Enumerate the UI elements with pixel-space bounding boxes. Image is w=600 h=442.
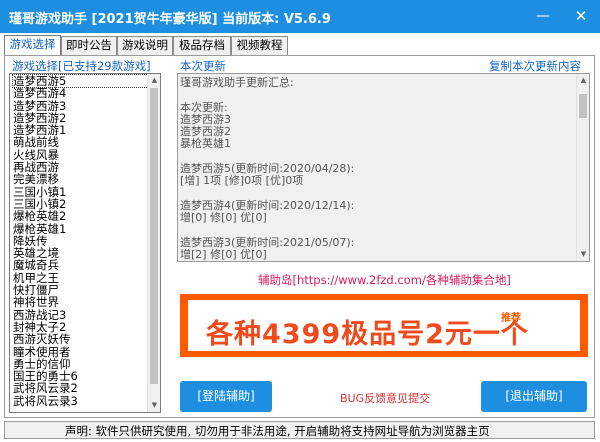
promo-banner-text: 各种4399极品号2元一个 <box>206 319 529 350</box>
exit-button[interactable]: [退出辅助] <box>481 381 587 412</box>
game-list-item[interactable]: 造梦西游2 <box>13 112 148 124</box>
game-list-caption: 游戏选择[已支持29款游戏] <box>12 59 151 73</box>
tab-premium-saves[interactable]: 极品存档 <box>173 36 231 55</box>
game-list-item[interactable]: 三国小镇1 <box>13 186 148 198</box>
game-list-item[interactable]: 神将世界 <box>13 296 148 308</box>
update-line <box>180 225 570 237</box>
scroll-thumb[interactable] <box>579 94 587 118</box>
game-list-item[interactable]: 三国小镇2 <box>13 198 148 210</box>
game-list-item[interactable]: 国王的勇士6 <box>13 370 148 382</box>
scroll-up-icon[interactable]: ▲ <box>577 74 589 87</box>
update-content: 瑾哥游戏助手更新汇总: 本次更新: 造梦西游3 造梦西游2 暴枪英雄1 造梦西游5(更新时… <box>180 76 570 262</box>
title-bar: 瑾哥游戏助手 [2021贺牛年豪华版] 当前版本: V5.6.9 — ✕ <box>0 0 600 33</box>
game-list-item[interactable]: 魔城奇兵 <box>13 259 148 271</box>
status-bar: 声明: 软件只供研究使用, 切勿用于非法用途, 开启辅助将支持网址导航为浏览器主… <box>4 421 595 439</box>
status-text: 声明: 软件只供研究使用, 切勿用于非法用途, 开启辅助将支持网址导航为浏览器主… <box>65 424 490 438</box>
login-button[interactable]: [登陆辅助] <box>180 381 272 412</box>
game-list-item[interactable]: 英雄之境 <box>13 247 148 259</box>
game-list-items: 造梦西游5 造梦西游4 造梦西游3 造梦西游2 造梦西游1 萌战前线 火线风暴 再战西游 完美漂… <box>12 74 149 407</box>
game-list-item[interactable]: 造梦西游1 <box>13 124 148 136</box>
update-caption: 本次更新 <box>180 59 226 73</box>
game-list-item[interactable]: 快打僵尸 <box>13 284 148 296</box>
scroll-up-icon[interactable]: ▲ <box>148 74 160 87</box>
update-line: 本次更新: <box>180 100 228 114</box>
game-list-item[interactable]: 封神太子2 <box>13 321 148 333</box>
tab-video-tutorial[interactable]: 视频教程 <box>231 36 288 55</box>
update-line: 瑾哥游戏助手更新汇总: <box>180 76 294 89</box>
game-list-item[interactable]: 勇士的信仰 <box>13 358 148 370</box>
update-line: 增[0] 修[0] 优[0] <box>180 211 267 225</box>
update-line: 造梦西游3 <box>180 112 231 126</box>
update-scrollbar[interactable]: ▲ ▼ <box>576 74 589 261</box>
game-list-item[interactable]: 造梦西游3 <box>13 100 148 112</box>
game-list-item[interactable]: 瞳术使用者 <box>13 346 148 358</box>
scroll-down-icon[interactable]: ▼ <box>148 399 160 412</box>
tab-game-guide[interactable]: 游戏说明 <box>117 36 173 55</box>
window-title: 瑾哥游戏助手 [2021贺牛年豪华版] 当前版本: V5.6.9 <box>9 12 331 27</box>
promo-banner-inner: 各种4399极品号2元一个 推荐 <box>188 300 580 351</box>
game-list-item[interactable]: 完美漂移 <box>13 173 148 185</box>
update-line: 暴枪英雄1 <box>180 137 231 151</box>
update-line <box>180 89 570 101</box>
game-list-item[interactable]: 造梦西游5 <box>12 74 149 89</box>
update-textarea[interactable]: 瑾哥游戏助手更新汇总: 本次更新: 造梦西游3 造梦西游2 暴枪英雄1 造梦西游5(更新时… <box>177 73 590 262</box>
game-list-item[interactable]: 再战西游 <box>13 161 148 173</box>
game-list-item[interactable]: 爆枪英雄2 <box>13 210 148 222</box>
game-list-item[interactable]: 火线风暴 <box>13 149 148 161</box>
promo-tag: 推荐 <box>501 313 521 324</box>
update-line: 造梦西游2 <box>180 125 231 139</box>
game-list-scrollbar[interactable]: ▲ ▼ <box>147 74 160 412</box>
promo-banner[interactable]: 各种4399极品号2元一个 推荐 <box>180 294 588 357</box>
close-button[interactable]: ✕ <box>562 0 600 33</box>
tab-game-select[interactable]: 游戏选择 <box>4 35 61 56</box>
minimize-button[interactable]: — <box>524 0 562 33</box>
game-list-item[interactable]: 机甲之王 <box>13 272 148 284</box>
update-line: 增[2] 修[0] 优[0] <box>180 248 267 262</box>
tab-announcement[interactable]: 即时公告 <box>61 36 117 55</box>
game-list-item[interactable]: 武将风云录3 <box>13 395 148 407</box>
copy-update-link[interactable]: 复制本次更新内容 <box>489 58 581 74</box>
game-list-item[interactable]: 西游灭妖传 <box>13 333 148 345</box>
game-list-item[interactable]: 降妖传 <box>13 235 148 247</box>
site-link[interactable]: 辅助岛[https://www.2fzd.com/各种辅助集合地] <box>258 272 511 288</box>
bug-report-link[interactable]: BUG反馈意见提交 <box>340 390 430 406</box>
game-list-item[interactable]: 造梦西游4 <box>13 87 148 99</box>
game-list-item[interactable]: 武将风云录2 <box>13 382 148 394</box>
game-list-item[interactable]: 萌战前线 <box>13 136 148 148</box>
scroll-thumb[interactable] <box>150 88 158 384</box>
game-list[interactable]: 造梦西游5 造梦西游4 造梦西游3 造梦西游2 造梦西游1 萌战前线 火线风暴 再战西游 完美漂… <box>9 73 161 413</box>
update-line: [增] 1项 [修]0项 [优]0项 <box>180 174 304 188</box>
game-list-item[interactable]: 爆枪英雄1 <box>13 223 148 235</box>
scroll-down-icon[interactable]: ▼ <box>577 248 589 261</box>
game-list-item[interactable]: 西游战记3 <box>13 309 148 321</box>
